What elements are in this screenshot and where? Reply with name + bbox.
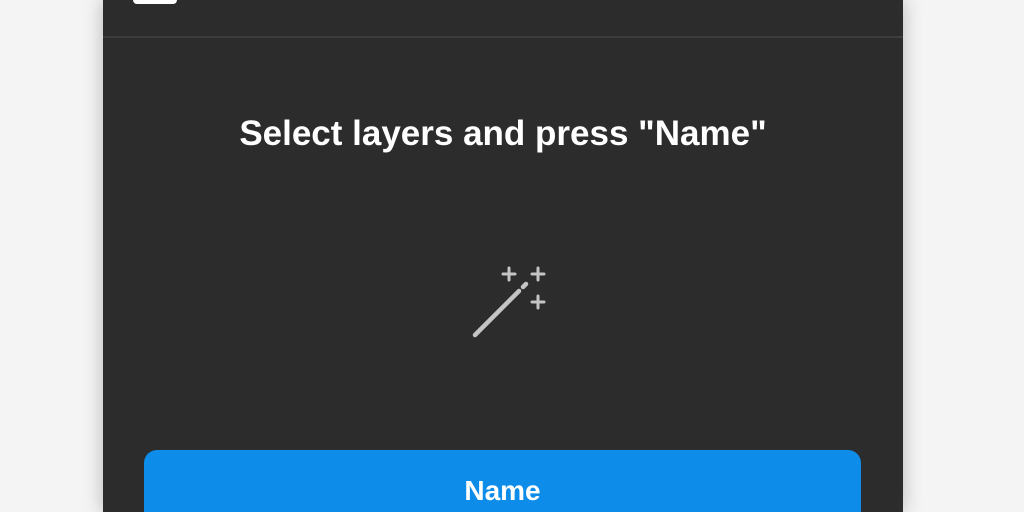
- plugin-title-bar: [103, 0, 903, 38]
- magic-wand-icon: [472, 266, 546, 338]
- plugin-window: Select layers and press "Name" Name: [103, 0, 903, 512]
- plugin-app-icon: [133, 0, 177, 4]
- name-button-label: Name: [464, 475, 541, 506]
- title-text-fragment: [191, 0, 211, 2]
- name-button[interactable]: Name: [144, 450, 861, 512]
- instruction-text: Select layers and press "Name": [239, 114, 767, 153]
